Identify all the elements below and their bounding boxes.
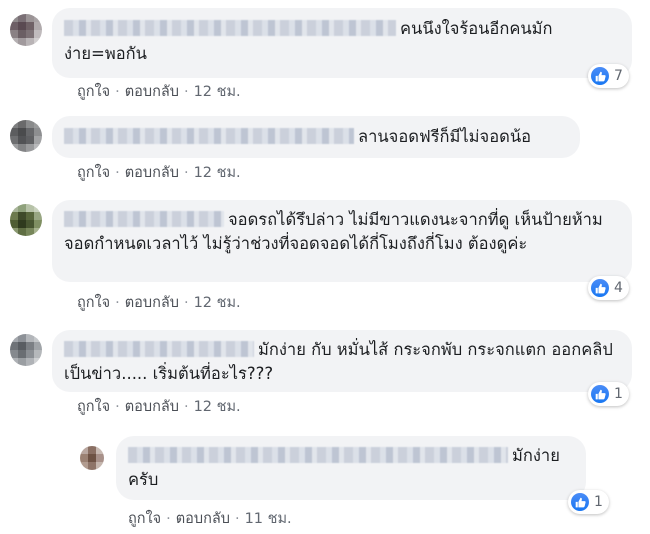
like-link[interactable]: ถูกใจ xyxy=(77,165,110,181)
reaction-number: 1 xyxy=(594,494,603,510)
avatar[interactable] xyxy=(80,446,104,470)
comment-bubble: จอดรถได้รึปล่าว ไม่มีขาวแดงนะจากที่ดู เห… xyxy=(52,200,632,282)
avatar[interactable] xyxy=(10,334,42,366)
avatar[interactable] xyxy=(10,14,42,46)
comment-text: ลานจอดฟรีก็มีไม่จอดน้อ xyxy=(358,127,532,146)
like-link[interactable]: ถูกใจ xyxy=(77,399,110,415)
comment-bubble: คนนึงใจร้อนอีกคนมักง่าย=พอกัน xyxy=(52,8,632,78)
comment-time[interactable]: 12 ชม. xyxy=(194,399,241,415)
comment-actions: ถูกใจ · ตอบกลับ · 12 ชม. xyxy=(77,399,241,415)
reply-actions: ถูกใจ · ตอบกลับ · 11 ชม. xyxy=(128,511,292,527)
like-icon xyxy=(591,279,609,297)
comment-time[interactable]: 12 ชม. xyxy=(194,165,241,181)
reply-bubble: มักง่าย ครับ xyxy=(116,436,586,500)
comment-actions: ถูกใจ · ตอบกลับ · 12 ชม. xyxy=(77,165,241,181)
reaction-count[interactable]: 4 xyxy=(588,276,629,300)
like-icon xyxy=(591,67,609,85)
comment-time[interactable]: 12 ชม. xyxy=(194,295,241,311)
reaction-count[interactable]: 1 xyxy=(568,490,609,514)
comment-time[interactable]: 11 ชม. xyxy=(245,511,292,527)
commenter-name[interactable] xyxy=(64,341,254,357)
commenter-name[interactable] xyxy=(64,128,354,144)
commenter-name[interactable] xyxy=(64,211,224,227)
commenter-name[interactable] xyxy=(64,20,396,36)
commenter-name[interactable] xyxy=(128,447,508,463)
comment-bubble: มักง่าย กับ หมั่นไส้ กระจกพับ กระจกแตก อ… xyxy=(52,330,632,392)
avatar[interactable] xyxy=(10,120,42,152)
like-link[interactable]: ถูกใจ xyxy=(128,511,161,527)
avatar[interactable] xyxy=(10,204,42,236)
reaction-count[interactable]: 7 xyxy=(588,64,629,88)
like-link[interactable]: ถูกใจ xyxy=(77,295,110,311)
like-icon xyxy=(591,385,609,403)
reply-link[interactable]: ตอบกลับ xyxy=(125,295,179,311)
comment-bubble: ลานจอดฟรีก็มีไม่จอดน้อ xyxy=(52,116,580,158)
comment-actions: ถูกใจ · ตอบกลับ · 12 ชม. xyxy=(77,295,241,311)
like-icon xyxy=(571,493,589,511)
reply-link[interactable]: ตอบกลับ xyxy=(125,165,179,181)
like-link[interactable]: ถูกใจ xyxy=(77,84,110,100)
reaction-number: 4 xyxy=(614,280,623,296)
reply-link[interactable]: ตอบกลับ xyxy=(125,84,179,100)
reaction-number: 1 xyxy=(614,386,623,402)
comment-actions: ถูกใจ · ตอบกลับ · 12 ชม. xyxy=(77,84,241,100)
comment-time[interactable]: 12 ชม. xyxy=(194,84,241,100)
reply-link[interactable]: ตอบกลับ xyxy=(176,511,230,527)
reaction-count[interactable]: 1 xyxy=(588,382,629,406)
reply-link[interactable]: ตอบกลับ xyxy=(125,399,179,415)
reaction-number: 7 xyxy=(614,68,623,84)
